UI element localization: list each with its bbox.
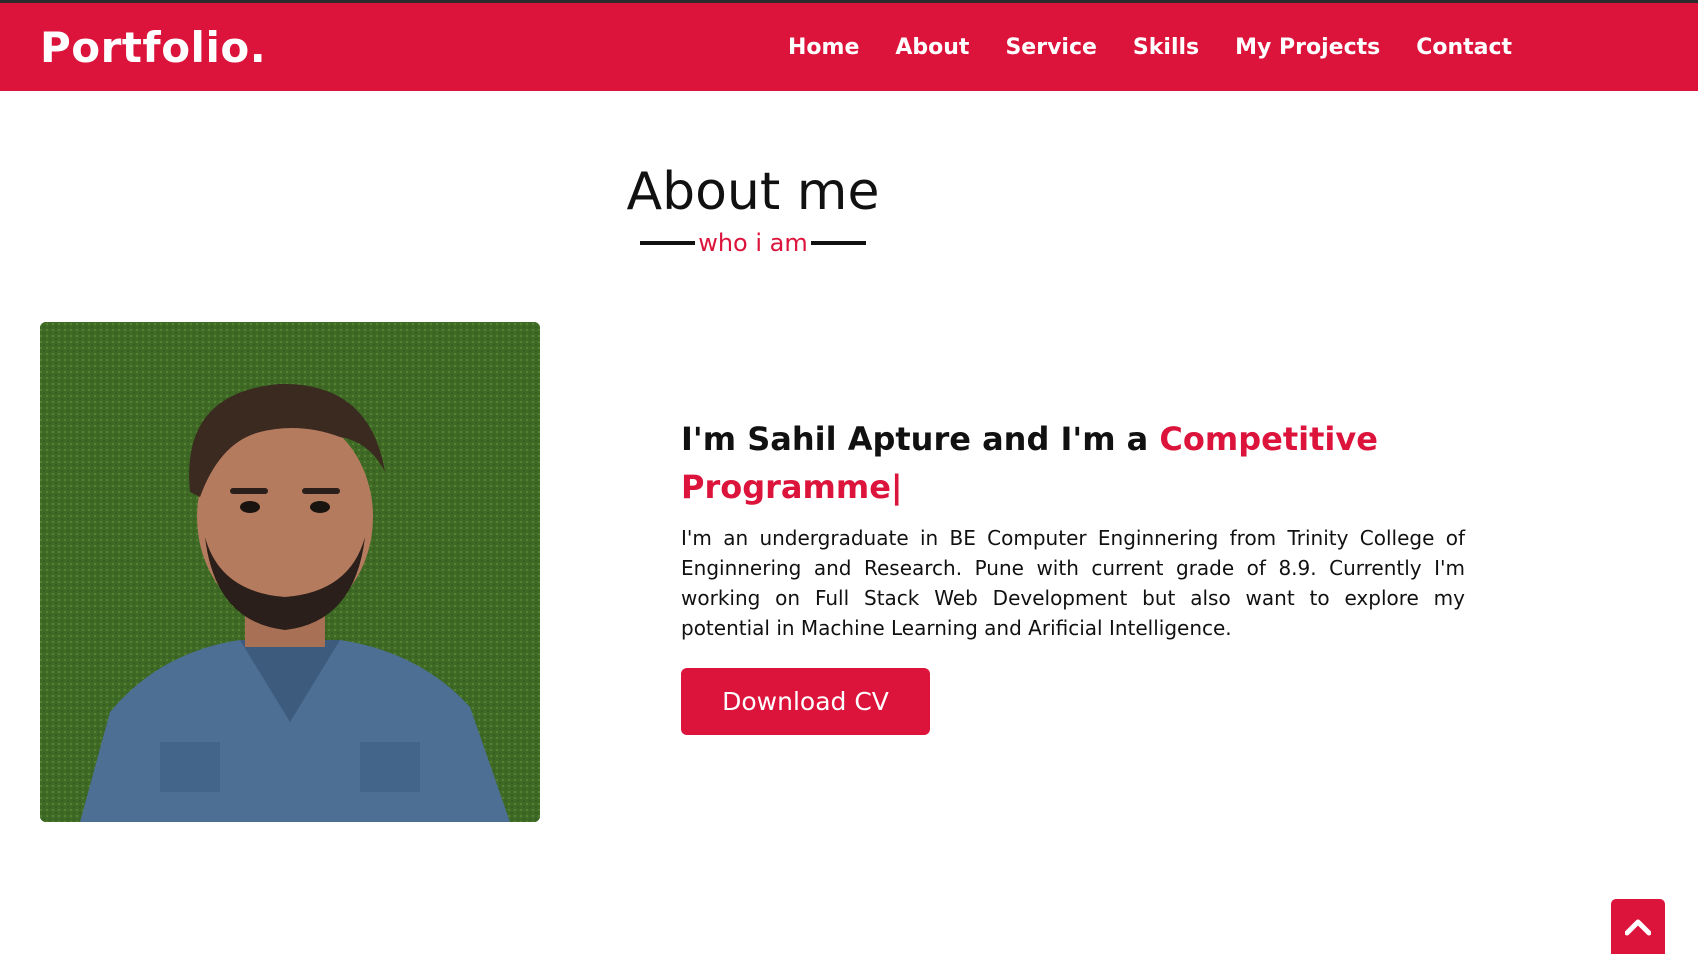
subtitle-rule-right [810,241,866,245]
subtitle-rule-left [640,241,695,245]
profile-photo-illustration [40,322,540,822]
nav-menu: Home About Service Skills My Projects Co… [788,3,1512,91]
nav-item-skills[interactable]: Skills [1133,35,1199,60]
nav-item-service[interactable]: Service [1005,35,1096,60]
nav-item-about[interactable]: About [895,35,969,60]
section-title: About me [626,162,880,222]
scroll-top-button[interactable] [1611,899,1665,954]
about-headline: I'm Sahil Apture and I'm a Competitive P… [681,415,1441,511]
section-subtitle: who i am [698,229,808,257]
nav-item-my-projects[interactable]: My Projects [1235,35,1380,60]
about-bio: I'm an undergraduate in BE Computer Engi… [681,526,1465,640]
download-cv-button[interactable]: Download CV [681,668,930,735]
nav-item-contact[interactable]: Contact [1416,35,1512,60]
section-subtitle-row: who i am [640,226,866,260]
profile-photo [40,322,540,822]
headline-prefix: I'm Sahil Apture and I'm a [681,420,1160,458]
nav-item-home[interactable]: Home [788,35,859,60]
logo[interactable]: Portfolio. [40,23,266,72]
navbar: Portfolio. Home About Service Skills My … [0,3,1698,91]
chevron-up-icon [1625,919,1651,935]
